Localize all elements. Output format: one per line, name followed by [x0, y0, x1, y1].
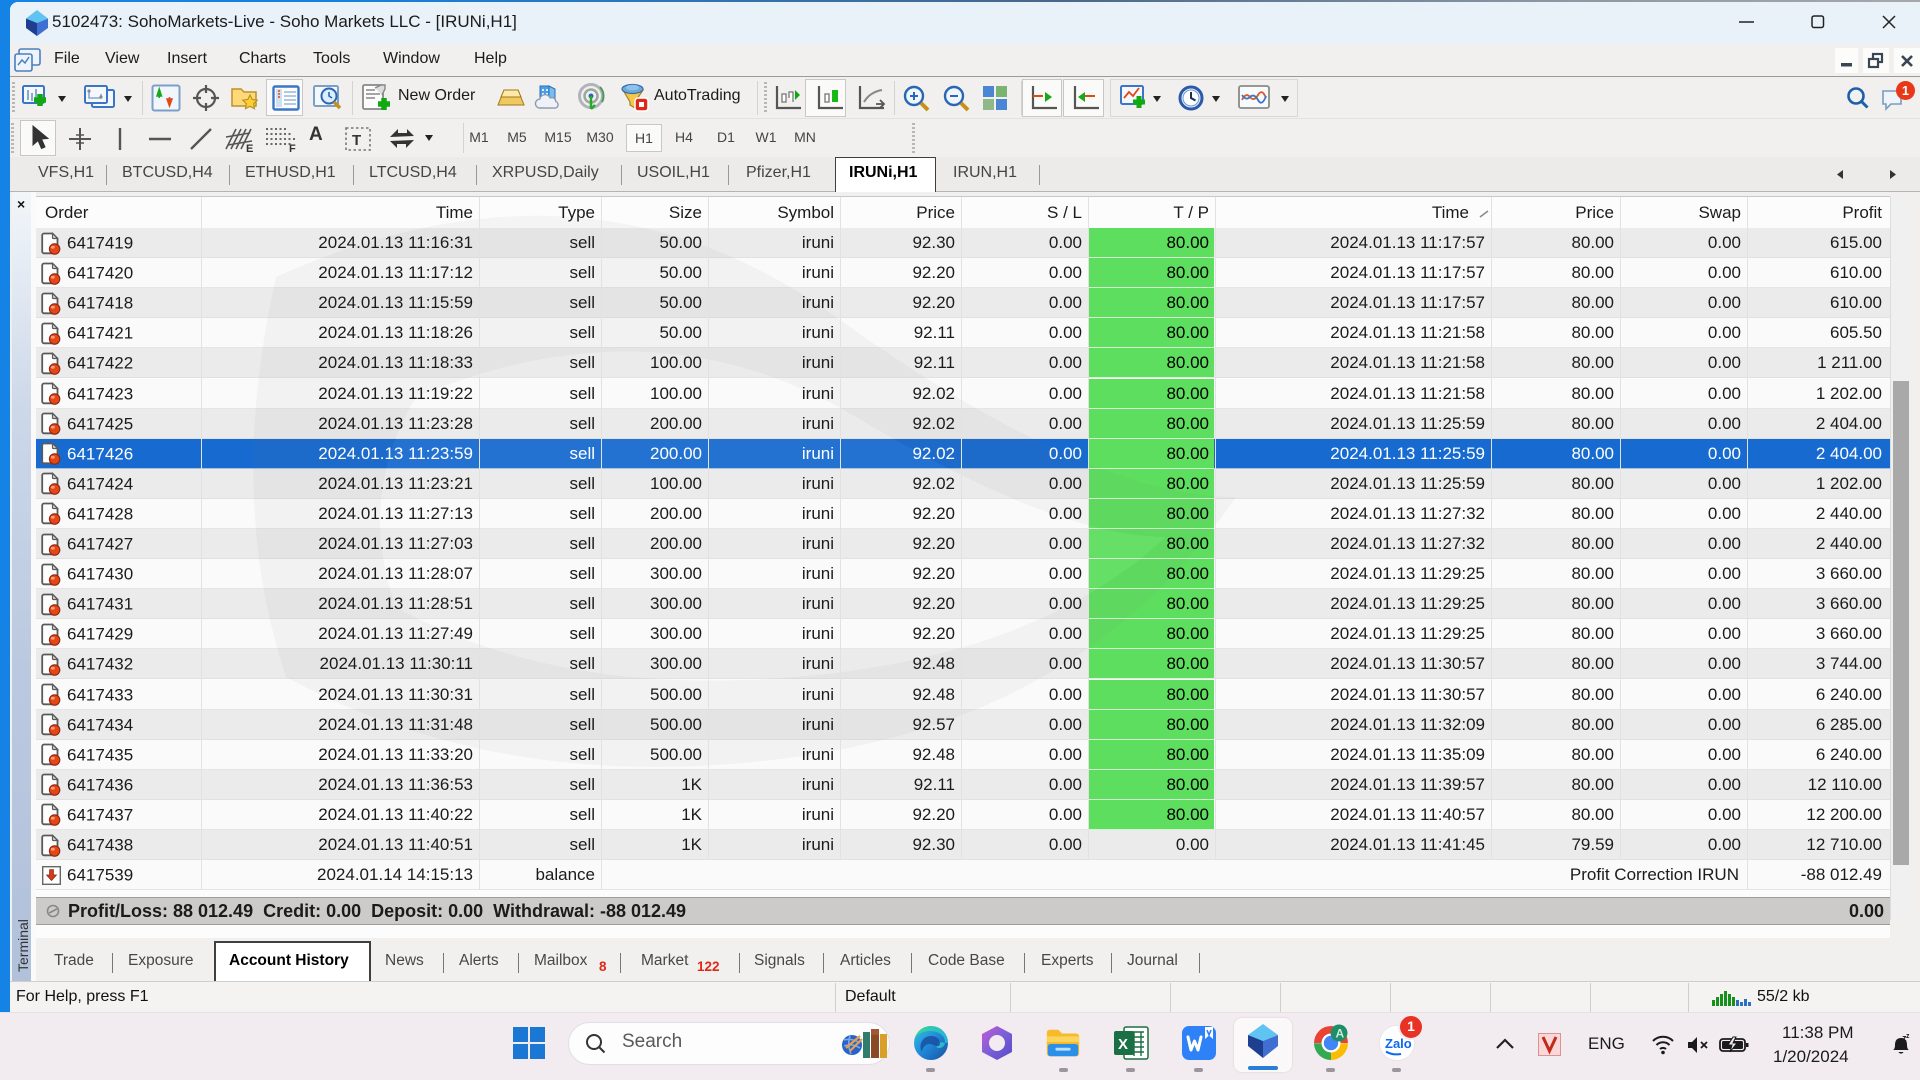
svg-text:X: X: [1118, 1036, 1128, 1053]
svg-text:A: A: [1336, 1027, 1345, 1041]
svg-text:E: E: [246, 143, 253, 153]
svg-text:z: z: [1906, 1033, 1910, 1040]
svg-text:T: T: [352, 132, 361, 149]
svg-text:F: F: [289, 143, 296, 153]
